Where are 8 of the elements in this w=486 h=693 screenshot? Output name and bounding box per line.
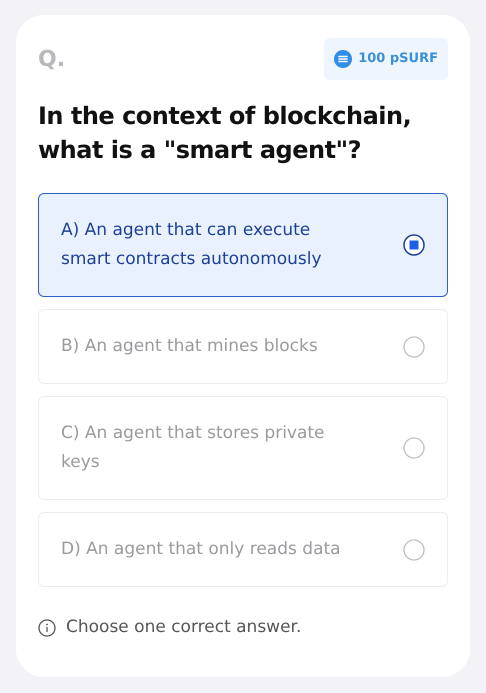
answer-option[interactable]: D) An agent that only reads data	[38, 512, 448, 587]
question-text: In the context of blockchain, what is a "smart agent"?	[38, 101, 412, 166]
answer-option[interactable]: B) An agent that mines blocks	[38, 309, 448, 384]
answer-option[interactable]: C) An agent that stores private keys	[38, 396, 448, 500]
question-label: Q.	[38, 46, 66, 74]
hint-text: Choose one correct answer.	[66, 616, 302, 639]
reward-amount: 100 pSURF	[358, 50, 438, 68]
answer-option[interactable]: A) An agent that can execute smart contracts autonomously	[38, 193, 448, 297]
